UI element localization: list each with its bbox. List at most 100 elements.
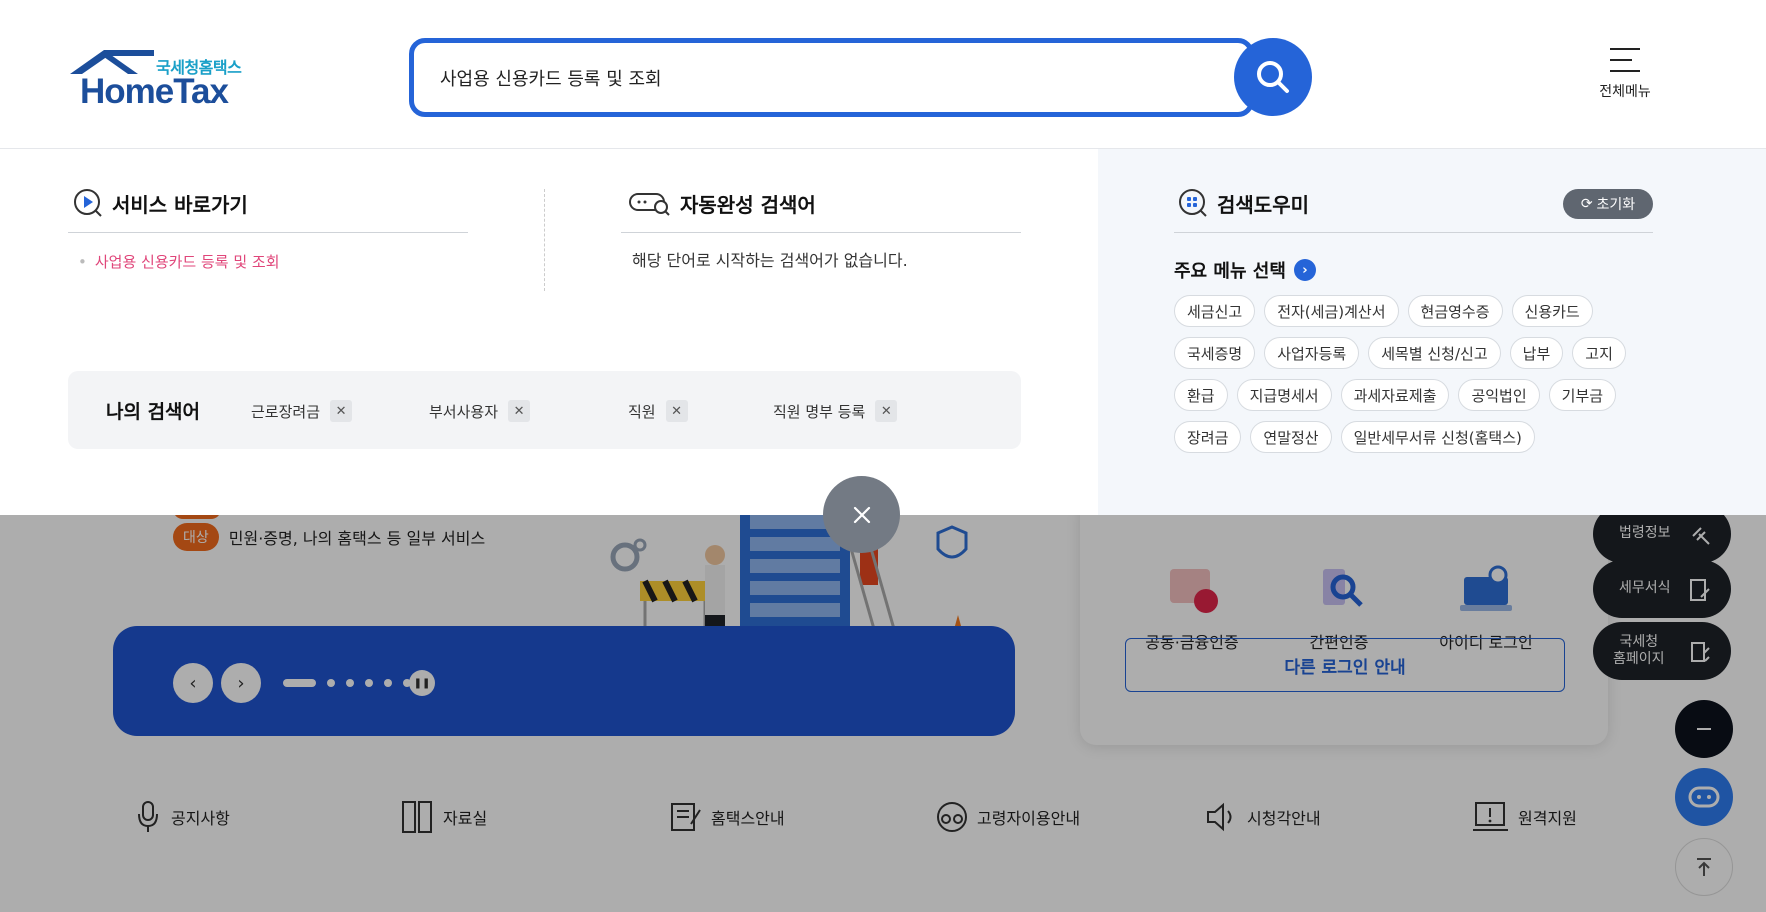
quick-link-guide[interactable]: 홈택스안내 (669, 800, 785, 834)
keyword-text: 직원 (628, 402, 656, 421)
main-menu-title[interactable]: 주요 메뉴 선택 › (1174, 257, 1316, 283)
main-page-background: 대상 민원·증명, 나의 홈택스 등 일부 서비스 ‹ › ❚❚ 공동·금융인증… (0, 505, 1766, 912)
refresh-icon: ⟳ (1580, 196, 1593, 212)
helper-divider (1174, 232, 1653, 233)
remove-keyword-icon[interactable]: ✕ (875, 400, 898, 422)
side-nts-homepage-button[interactable]: 국세청 홈페이지 (1593, 622, 1731, 680)
menu-chip[interactable]: 국세증명 (1174, 337, 1256, 369)
all-menu-label: 전체메뉴 (1599, 84, 1651, 100)
quick-link-label: 고령자이용안내 (977, 809, 1081, 828)
menu-chip[interactable]: 현금영수증 (1407, 295, 1503, 327)
document-edit-icon (1690, 579, 1710, 601)
autocomplete-divider (621, 232, 1021, 233)
menu-chip[interactable]: 사업자등록 (1264, 337, 1360, 369)
menu-chip[interactable]: 장려금 (1174, 421, 1242, 453)
simple-auth-icon (1309, 565, 1369, 615)
side-button-label: 세무서식 (1619, 580, 1671, 597)
reset-button[interactable]: ⟳ 초기화 (1563, 189, 1653, 219)
remove-keyword-icon[interactable]: ✕ (508, 400, 531, 422)
my-search-box: 나의 검색어 근로장려금 ✕ 부서사용자 ✕ 직원 ✕ 직원 명부 등록 ✕ (68, 371, 1021, 449)
quick-link-library[interactable]: 자료실 (401, 800, 487, 834)
menu-chip[interactable]: 신용카드 (1511, 295, 1593, 327)
next-slide-button[interactable]: › (221, 663, 261, 703)
pause-slide-button[interactable]: ❚❚ (409, 670, 435, 696)
keyboard-search-icon (629, 193, 670, 216)
shortcut-title-text: 서비스 바로가기 (112, 192, 248, 217)
shortcut-link[interactable]: 사업용 신용카드 등록 및 조회 (78, 251, 280, 272)
helper-title-text: 검색도우미 (1217, 192, 1309, 217)
menu-chip[interactable]: 연말정산 (1250, 421, 1332, 453)
prev-slide-button[interactable]: ‹ (173, 663, 213, 703)
quick-link-notice[interactable]: 공지사항 (133, 800, 230, 834)
archive-icon (402, 801, 432, 833)
slide-indicators[interactable] (283, 679, 422, 687)
close-icon (853, 506, 870, 523)
side-tax-forms-button[interactable]: 세무서식 (1593, 560, 1731, 618)
banner-slider: ‹ › ❚❚ (113, 626, 1015, 736)
hamburger-icon (1610, 48, 1640, 72)
senior-glasses-icon (937, 802, 967, 832)
side-button-label: 법령정보 (1619, 525, 1671, 542)
pause-icon: ❚❚ (413, 677, 431, 689)
keyword-text: 근로장려금 (251, 402, 321, 421)
guide-document-icon (671, 803, 701, 831)
chevron-right-icon: › (237, 672, 245, 694)
chevron-right-icon[interactable]: › (1293, 259, 1316, 281)
remove-keyword-icon[interactable]: ✕ (330, 400, 353, 422)
section-divider (544, 189, 545, 291)
close-panel-button[interactable] (823, 476, 900, 553)
menu-chip[interactable]: 전자(세금)계산서 (1264, 295, 1399, 327)
quick-link-label: 시청각안내 (1247, 809, 1321, 828)
all-menu-button[interactable]: 전체메뉴 (1595, 48, 1655, 108)
speaker-icon (1207, 802, 1232, 832)
other-login-button[interactable]: 다른 로그인 안내 (1125, 638, 1565, 692)
login-card: 공동·금융인증 간편인증 아이디 로그인 다른 로그인 안내 (1080, 505, 1608, 745)
monitor-alert-icon (1473, 802, 1508, 831)
keyword-text: 부서사용자 (429, 402, 499, 421)
collapse-side-button[interactable] (1675, 700, 1733, 758)
quick-link-remote[interactable]: 원격지원 (1472, 800, 1577, 834)
search-dropdown-panel: 서비스 바로가기 사업용 신용카드 등록 및 조회 자동완성 검색어 해당 단어… (0, 149, 1766, 515)
menu-chip[interactable]: 고지 (1572, 337, 1626, 369)
reset-label: 초기화 (1596, 197, 1636, 213)
hometax-logo[interactable]: 국세청홈택스 HomeTax (68, 48, 248, 111)
id-login-icon (1456, 565, 1516, 615)
quick-link-senior[interactable]: 고령자이용안내 (935, 800, 1080, 834)
chip-row: 국세증명 사업자등록 세목별 신청/신고 납부 고지 (1174, 337, 1654, 369)
chip-row: 세금신고 전자(세금)계산서 현금영수증 신용카드 (1174, 295, 1654, 327)
menu-chip[interactable]: 세목별 신청/신고 (1368, 337, 1501, 369)
menu-chip[interactable]: 공익법인 (1458, 379, 1540, 411)
search-icon (1257, 61, 1289, 93)
keyword-text: 직원 명부 등록 (773, 402, 866, 421)
menu-chip[interactable]: 과세자료제출 (1340, 379, 1450, 411)
building-icon (1691, 642, 1710, 662)
quick-link-label: 자료실 (443, 809, 488, 828)
menu-chip[interactable]: 환급 (1174, 379, 1228, 411)
my-search-keyword[interactable]: 부서사용자 ✕ (429, 400, 531, 422)
menu-chip[interactable]: 지급명세서 (1236, 379, 1332, 411)
search-input[interactable] (440, 43, 1200, 112)
menu-chip[interactable]: 납부 (1509, 337, 1564, 369)
logo-title: HomeTax (80, 72, 229, 111)
my-search-keyword[interactable]: 근로장려금 ✕ (251, 400, 353, 422)
remove-keyword-icon[interactable]: ✕ (665, 400, 688, 422)
search-box (409, 38, 1254, 117)
menu-chip-list: 세금신고 전자(세금)계산서 현금영수증 신용카드 국세증명 사업자등록 세목별… (1174, 295, 1654, 463)
search-button[interactable] (1234, 38, 1312, 116)
quick-link-audiovisual[interactable]: 시청각안내 (1205, 800, 1321, 834)
chip-row: 환급 지급명세서 과세자료제출 공익법인 기부금 (1174, 379, 1654, 411)
my-search-keyword[interactable]: 직원 ✕ (628, 400, 688, 422)
menu-chip[interactable]: 일반세무서류 신청(홈택스) (1340, 421, 1535, 453)
quick-link-label: 공지사항 (171, 809, 230, 828)
quick-links: 공지사항 자료실 홈택스안내 고령자이용안내 시청각안내 원격지원 (0, 800, 1766, 860)
menu-chip[interactable]: 세금신고 (1174, 295, 1256, 327)
menu-chip[interactable]: 기부금 (1548, 379, 1617, 411)
header: 국세청홈택스 HomeTax 전체메뉴 (0, 0, 1766, 149)
my-search-keyword[interactable]: 직원 명부 등록 ✕ (773, 400, 898, 422)
autocomplete-title-text: 자동완성 검색어 (680, 192, 816, 217)
autocomplete-empty-message: 해당 단어로 시작하는 검색어가 없습니다. (632, 251, 908, 270)
chevron-left-icon: ‹ (189, 672, 197, 694)
notice-tag: 대상 (173, 523, 219, 551)
play-circle-icon (74, 189, 102, 217)
side-button-label: 국세청 홈페이지 (1613, 633, 1665, 668)
